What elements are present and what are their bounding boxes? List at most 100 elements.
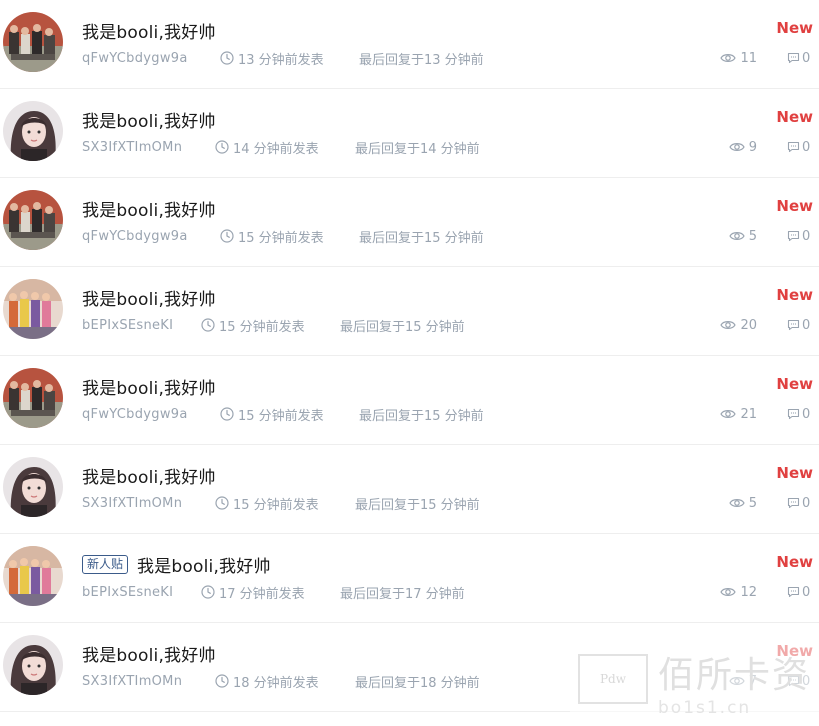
new-badge: New (776, 19, 813, 37)
thread-title-line: 我是booli,我好帅 (82, 284, 216, 310)
avatar-girl-portrait[interactable] (3, 635, 63, 695)
new-badge: New (776, 464, 813, 482)
view-count-text: 9 (748, 139, 757, 155)
view-count-text: 12 (740, 584, 757, 600)
thread-title[interactable]: 我是booli,我好帅 (82, 107, 216, 132)
clock-icon (215, 674, 229, 688)
watermark-subtext: bo1s1.cn (658, 698, 752, 718)
posted-time-text: 15 分钟前发表 (238, 230, 324, 246)
thread-title[interactable]: 我是booli,我好帅 (82, 463, 216, 488)
comment-icon (787, 319, 802, 331)
thread-row[interactable]: 我是booli,我好帅 SX3IfXTImOMn 14 分钟前发表 最后回复于1… (0, 89, 819, 178)
eye-icon (720, 319, 740, 331)
thread-list: 我是booli,我好帅 qFwYCbdygw9a 13 分钟前发表 最后回复于1… (0, 0, 819, 712)
avatar-group-photo[interactable] (3, 12, 63, 72)
posted-time: 15 分钟前发表 (201, 316, 305, 335)
avatar-girl-portrait[interactable] (3, 101, 63, 161)
new-badge: New (776, 286, 813, 304)
avatar-colorful-group[interactable] (3, 279, 63, 339)
posted-time-text: 15 分钟前发表 (233, 497, 319, 513)
posted-time: 15 分钟前发表 (215, 494, 319, 513)
clock-icon (201, 318, 215, 332)
thread-title-line: 新人贴 我是booli,我好帅 (82, 551, 271, 577)
eye-icon (720, 52, 740, 64)
reply-count-text: 0 (802, 406, 811, 422)
last-reply-time: 最后回复于13 分钟前 (359, 52, 484, 68)
view-count-text: 11 (740, 50, 757, 66)
posted-time-text: 17 分钟前发表 (219, 586, 305, 602)
eye-icon (729, 230, 749, 242)
avatar-colorful-group[interactable] (3, 546, 63, 606)
thread-row[interactable]: 我是booli,我好帅 qFwYCbdygw9a 15 分钟前发表 最后回复于1… (0, 356, 819, 445)
thread-title[interactable]: 我是booli,我好帅 (82, 374, 216, 399)
avatar-group-photo[interactable] (3, 190, 63, 250)
reply-count: 0 (787, 227, 810, 245)
comment-icon (787, 52, 802, 64)
clock-icon (220, 407, 234, 421)
posted-time: 15 分钟前发表 (220, 405, 324, 424)
thread-row[interactable]: 我是booli,我好帅 qFwYCbdygw9a 13 分钟前发表 最后回复于1… (0, 0, 819, 89)
author-name[interactable]: SX3IfXTImOMn (82, 672, 182, 690)
view-count: 20 (720, 316, 757, 334)
clock-icon (215, 140, 229, 154)
watermark-logo: Pdw (578, 654, 648, 704)
author-name[interactable]: qFwYCbdygw9a (82, 405, 188, 423)
reply-count-text: 0 (802, 317, 811, 333)
reply-count-text: 0 (802, 50, 811, 66)
posted-time-text: 18 分钟前发表 (233, 675, 319, 691)
comment-icon (787, 586, 802, 598)
new-badge: New (776, 553, 813, 571)
thread-row[interactable]: 我是booli,我好帅 qFwYCbdygw9a 15 分钟前发表 最后回复于1… (0, 178, 819, 267)
comment-icon (787, 230, 802, 242)
clock-icon (220, 229, 234, 243)
posted-time: 13 分钟前发表 (220, 49, 324, 68)
author-name[interactable]: qFwYCbdygw9a (82, 227, 188, 245)
posted-time-text: 15 分钟前发表 (219, 319, 305, 335)
thread-title-line: 我是booli,我好帅 (82, 640, 216, 666)
view-count: 11 (720, 49, 757, 67)
avatar-girl-portrait[interactable] (3, 457, 63, 517)
view-count-text: 20 (740, 317, 757, 333)
new-badge: New (776, 197, 813, 215)
posted-time: 18 分钟前发表 (215, 672, 319, 691)
eye-icon (720, 586, 740, 598)
last-reply-time: 最后回复于15 分钟前 (340, 319, 465, 335)
thread-row[interactable]: 新人贴 我是booli,我好帅 bEPIxSEsneKI 17 分钟前发表 最后… (0, 534, 819, 623)
thread-title[interactable]: 我是booli,我好帅 (82, 285, 216, 310)
thread-title[interactable]: 我是booli,我好帅 (137, 552, 271, 577)
comment-icon (787, 408, 802, 420)
reply-count-text: 0 (802, 584, 811, 600)
view-count: 12 (720, 583, 757, 601)
watermark-text: 佰所卡资 (658, 655, 811, 696)
thread-title[interactable]: 我是booli,我好帅 (82, 641, 216, 666)
new-badge: New (776, 108, 813, 126)
author-name[interactable]: qFwYCbdygw9a (82, 49, 188, 67)
reply-count: 0 (787, 138, 810, 156)
thread-title[interactable]: 我是booli,我好帅 (82, 18, 216, 43)
view-count-text: 5 (748, 495, 757, 511)
author-name[interactable]: SX3IfXTImOMn (82, 138, 182, 156)
author-name[interactable]: SX3IfXTImOMn (82, 494, 182, 512)
thread-title[interactable]: 我是booli,我好帅 (82, 196, 216, 221)
thread-title-line: 我是booli,我好帅 (82, 106, 216, 132)
eye-icon (720, 408, 740, 420)
author-name[interactable]: bEPIxSEsneKI (82, 583, 173, 601)
reply-count: 0 (787, 49, 810, 67)
posted-time: 15 分钟前发表 (220, 227, 324, 246)
posted-time: 17 分钟前发表 (201, 583, 305, 602)
author-name[interactable]: bEPIxSEsneKI (82, 316, 173, 334)
eye-icon (729, 497, 749, 509)
thread-row[interactable]: 我是booli,我好帅 SX3IfXTImOMn 15 分钟前发表 最后回复于1… (0, 445, 819, 534)
last-reply-time: 最后回复于17 分钟前 (340, 586, 465, 602)
thread-title-line: 我是booli,我好帅 (82, 195, 216, 221)
posted-time-text: 15 分钟前发表 (238, 408, 324, 424)
thread-row[interactable]: 我是booli,我好帅 bEPIxSEsneKI 15 分钟前发表 最后回复于1… (0, 267, 819, 356)
comment-icon (787, 141, 802, 153)
reply-count: 0 (787, 583, 810, 601)
reply-count: 0 (787, 405, 810, 423)
reply-count-text: 0 (802, 139, 811, 155)
thread-title-line: 我是booli,我好帅 (82, 17, 216, 43)
comment-icon (787, 497, 802, 509)
view-count: 5 (729, 494, 757, 512)
avatar-group-photo[interactable] (3, 368, 63, 428)
